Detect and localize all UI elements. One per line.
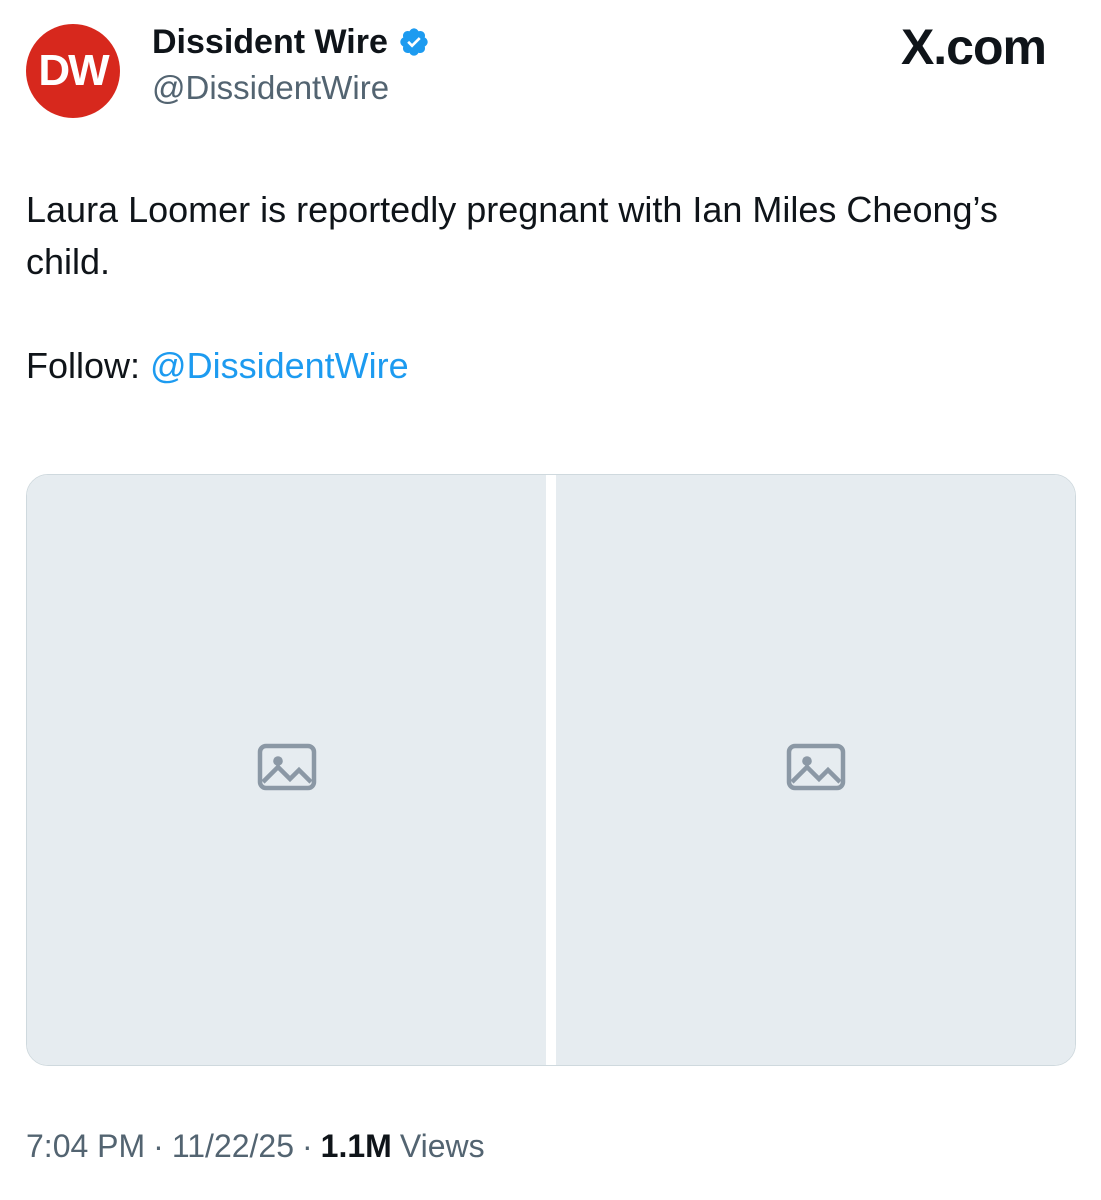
avatar-monogram: DW: [38, 46, 109, 95]
author-block: Dissident Wire @DissidentWire: [152, 20, 430, 110]
tweet-time[interactable]: 7:04 PM: [26, 1128, 145, 1165]
meta-separator: ·: [153, 1128, 164, 1164]
author-handle[interactable]: @DissidentWire: [152, 66, 430, 110]
follow-label: Follow:: [26, 345, 141, 386]
meta-separator: ·: [302, 1128, 313, 1164]
tweet-text: Laura Loomer is reportedly pregnant with…: [26, 184, 1066, 392]
author-display-name[interactable]: Dissident Wire: [152, 20, 388, 64]
tweet-follow-line: Follow: @DissidentWire: [26, 340, 1066, 392]
tweet-text-main: Laura Loomer is reportedly pregnant with…: [26, 189, 998, 282]
tweet-card: DW Dissident Wire @DissidentWire X.com L…: [0, 0, 1101, 1200]
views-count: 1.1M: [320, 1128, 392, 1164]
image-placeholder-icon: [780, 731, 852, 809]
avatar[interactable]: DW: [26, 24, 120, 118]
author-name-row: Dissident Wire: [152, 20, 430, 64]
site-watermark: X.com: [900, 19, 1047, 75]
media-grid: [26, 474, 1076, 1066]
media-placeholder-left[interactable]: [27, 475, 546, 1065]
tweet-date[interactable]: 11/22/25: [172, 1128, 294, 1165]
views-label: Views: [399, 1128, 485, 1164]
image-placeholder-icon: [251, 731, 323, 809]
follow-mention-link[interactable]: @DissidentWire: [150, 345, 409, 386]
verified-badge-icon: [398, 26, 430, 58]
media-placeholder-right[interactable]: [556, 475, 1075, 1065]
tweet-meta: 7:04 PM · 11/22/25 · 1.1M Views: [26, 1128, 485, 1165]
